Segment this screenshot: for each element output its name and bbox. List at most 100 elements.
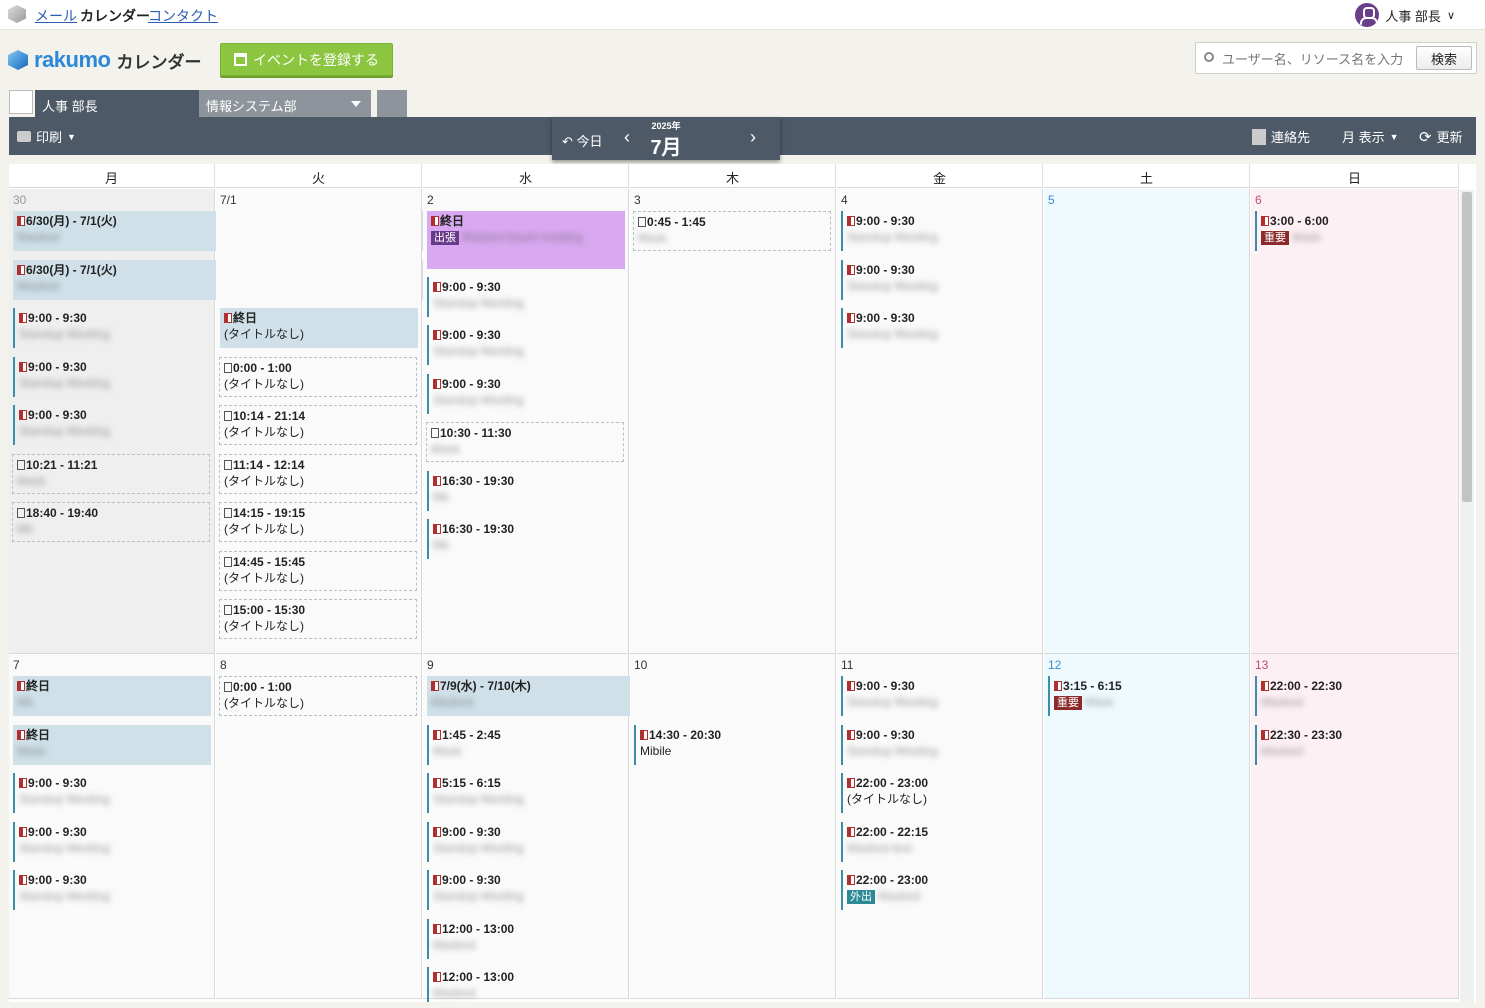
calendar-event[interactable]: 3:00 - 6:00 重要 Mask: [1255, 211, 1455, 251]
event-title: (タイトルなし): [224, 570, 412, 586]
calendar-event[interactable]: 16:30 - 19:30 Mk: [427, 470, 625, 511]
refresh-button[interactable]: ⟳ 更新: [1419, 127, 1463, 146]
calendar-event[interactable]: 9:00 - 9:30 Standup Meeting: [427, 821, 625, 862]
event-title-text: Standup Meeting: [433, 792, 524, 806]
event-title: Masked text: [847, 840, 1035, 856]
calendar-event[interactable]: 9:00 - 9:30 Standup Meeting: [841, 676, 1039, 716]
day-number[interactable]: 7/1: [220, 193, 237, 207]
calendar-event[interactable]: 9:00 - 9:30 Standup Meeting: [13, 356, 211, 397]
calendar-event[interactable]: 9:00 - 9:30 Standup Meeting: [13, 821, 211, 862]
day-number[interactable]: 9: [427, 658, 434, 672]
calendar-event[interactable]: 9:00 - 9:30 Standup Meeting: [427, 276, 625, 317]
day-number[interactable]: 30: [13, 193, 26, 207]
calendar-event[interactable]: 5:15 - 6:15 Standup Meeting: [427, 773, 625, 813]
calendar-event[interactable]: 9:00 - 9:30 Standup Meeting: [427, 870, 625, 910]
day-number[interactable]: 3: [634, 193, 641, 207]
tab-group-select[interactable]: 情報システム部: [199, 90, 371, 117]
calendar-event[interactable]: 22:00 - 23:00 外出 Masked: [841, 870, 1039, 910]
calendar-event[interactable]: 9:00 - 9:30 Standup Meeting: [13, 870, 211, 910]
calendar-event[interactable]: 終日 Mk: [13, 676, 211, 716]
calendar-event[interactable]: 0:00 - 1:00 (タイトルなし): [219, 676, 417, 716]
view-select[interactable]: 月 表示 ▼: [1342, 127, 1399, 146]
calendar-event[interactable]: 9:00 - 9:30 Standup Meeting: [841, 211, 1039, 251]
day-number[interactable]: 4: [841, 193, 848, 207]
contacts-button[interactable]: 連絡先: [1252, 127, 1310, 146]
calendar-event[interactable]: 終日 Mask: [13, 724, 211, 765]
calendar-event[interactable]: 9:00 - 9:30 Standup Meeting: [427, 373, 625, 414]
day-number[interactable]: 7: [13, 658, 20, 672]
search-input[interactable]: [1222, 49, 1412, 69]
vertical-scrollbar[interactable]: [1460, 190, 1474, 1002]
add-user-icon[interactable]: [377, 90, 407, 117]
scrollbar-thumb[interactable]: [1462, 192, 1472, 502]
calendar-event[interactable]: 0:00 - 1:00 (タイトルなし): [219, 356, 417, 397]
calendar-event[interactable]: 22:00 - 22:15 Masked text: [841, 821, 1039, 862]
day-number[interactable]: 8: [220, 658, 227, 672]
event-time: 9:00 - 9:30: [433, 824, 621, 840]
caret-down-icon: ▼: [1389, 131, 1399, 142]
sidebar-toggle-icon[interactable]: [9, 90, 33, 114]
mail-link[interactable]: メール: [35, 6, 77, 26]
event-title-text: (タイトルなし): [224, 619, 304, 633]
calendar-event[interactable]: 9:00 - 9:30 Standup Meeting: [13, 405, 211, 445]
event-title-text: Mask: [17, 473, 46, 488]
day-cell[interactable]: 3: [630, 189, 836, 654]
calendar-event[interactable]: 9:00 - 9:30 Standup Meeting: [13, 773, 211, 813]
calendar-event[interactable]: 10:14 - 21:14 (タイトルなし): [219, 405, 417, 445]
calendar-event[interactable]: 14:45 - 15:45 (タイトルなし): [219, 550, 417, 591]
event-time-label: 9:00 - 9:30: [856, 311, 915, 325]
calendar-event[interactable]: 10:30 - 11:30 Mask: [426, 422, 624, 462]
event-time: 22:00 - 23:00: [847, 775, 1035, 791]
event-calendar-icon: [19, 361, 27, 372]
calendar-event[interactable]: 22:00 - 23:00 (タイトルなし): [841, 773, 1039, 813]
calendar-event[interactable]: 16:30 - 19:30 Mk: [427, 519, 625, 559]
event-title-text: Mk: [433, 489, 449, 504]
calendar-event[interactable]: 14:15 - 19:15 (タイトルなし): [219, 502, 417, 542]
day-number[interactable]: 10: [634, 658, 647, 672]
tab-user[interactable]: 人事 部長: [35, 90, 207, 117]
calendar-event[interactable]: 0:45 - 1:45 Mask: [633, 211, 831, 251]
calendar-link[interactable]: カレンダー: [80, 6, 150, 26]
calendar-event[interactable]: 18:40 - 19:40 Mk: [12, 502, 210, 542]
event-time-label: 9:00 - 9:30: [442, 824, 501, 839]
search-button[interactable]: 検索: [1416, 46, 1472, 70]
event-title: Standup Meeting: [19, 423, 207, 439]
calendar-event[interactable]: 9:00 - 9:30 Standup Meeting: [13, 308, 211, 348]
event-time: 終日: [431, 213, 621, 229]
calendar-event[interactable]: 12:00 - 13:00 Masked: [427, 918, 625, 959]
register-event-button[interactable]: イベントを登録する: [220, 43, 393, 76]
calendar-event[interactable]: 11:14 - 12:14 (タイトルなし): [219, 453, 417, 494]
calendar-event[interactable]: 22:00 - 22:30 Masked: [1255, 676, 1455, 716]
user-menu[interactable]: 人事 部長 ∨: [1355, 2, 1455, 28]
calendar-event[interactable]: 9:00 - 9:30 Standup Meeting: [841, 259, 1039, 300]
calendar-event[interactable]: 14:30 - 20:30 Mibile: [634, 724, 832, 765]
event-time-label: 22:00 - 23:00: [856, 776, 929, 790]
calendar-event[interactable]: 9:00 - 9:30 Standup Meeting: [841, 308, 1039, 348]
event-title: Mask: [17, 473, 205, 489]
calendar-event[interactable]: 9:00 - 9:30 Standup Meeting: [841, 724, 1039, 765]
contacts-link[interactable]: コンタクト: [148, 6, 218, 26]
calendar-event[interactable]: 9:00 - 9:30 Standup Meeting: [427, 325, 625, 365]
event-calendar-icon: [433, 972, 441, 982]
calendar-event[interactable]: 1:45 - 2:45 Mask: [427, 724, 625, 765]
day-number[interactable]: 6: [1255, 193, 1262, 207]
calendar-event[interactable]: 3:15 - 6:15 重要 Mask: [1048, 676, 1246, 716]
day-cell[interactable]: 6: [1251, 189, 1459, 654]
calendar-event[interactable]: 15:00 - 15:30 (タイトルなし): [219, 599, 417, 639]
day-cell[interactable]: 10: [630, 654, 836, 999]
day-number[interactable]: 5: [1048, 193, 1055, 207]
day-number[interactable]: 2: [427, 193, 434, 207]
event-title: Standup Meeting: [433, 888, 621, 904]
event-calendar-icon: [847, 264, 855, 275]
calendar-event[interactable]: 12:00 - 13:00 Masked: [427, 967, 625, 1002]
print-button[interactable]: 印刷 ▼: [17, 127, 76, 146]
calendar-event[interactable]: 終日 (タイトルなし): [220, 308, 418, 348]
calendar-event[interactable]: 終日 出張 Masked travel meeting: [427, 211, 625, 269]
day-number[interactable]: 12: [1048, 658, 1061, 672]
calendar-event[interactable]: 10:21 - 11:21 Mask: [12, 453, 210, 494]
day-cell[interactable]: 5: [1044, 189, 1250, 654]
next-month-icon[interactable]: ›: [750, 127, 756, 148]
calendar-event[interactable]: 22:30 - 23:30 Masked: [1255, 724, 1455, 765]
day-number[interactable]: 11: [841, 658, 853, 672]
day-number[interactable]: 13: [1255, 658, 1268, 672]
